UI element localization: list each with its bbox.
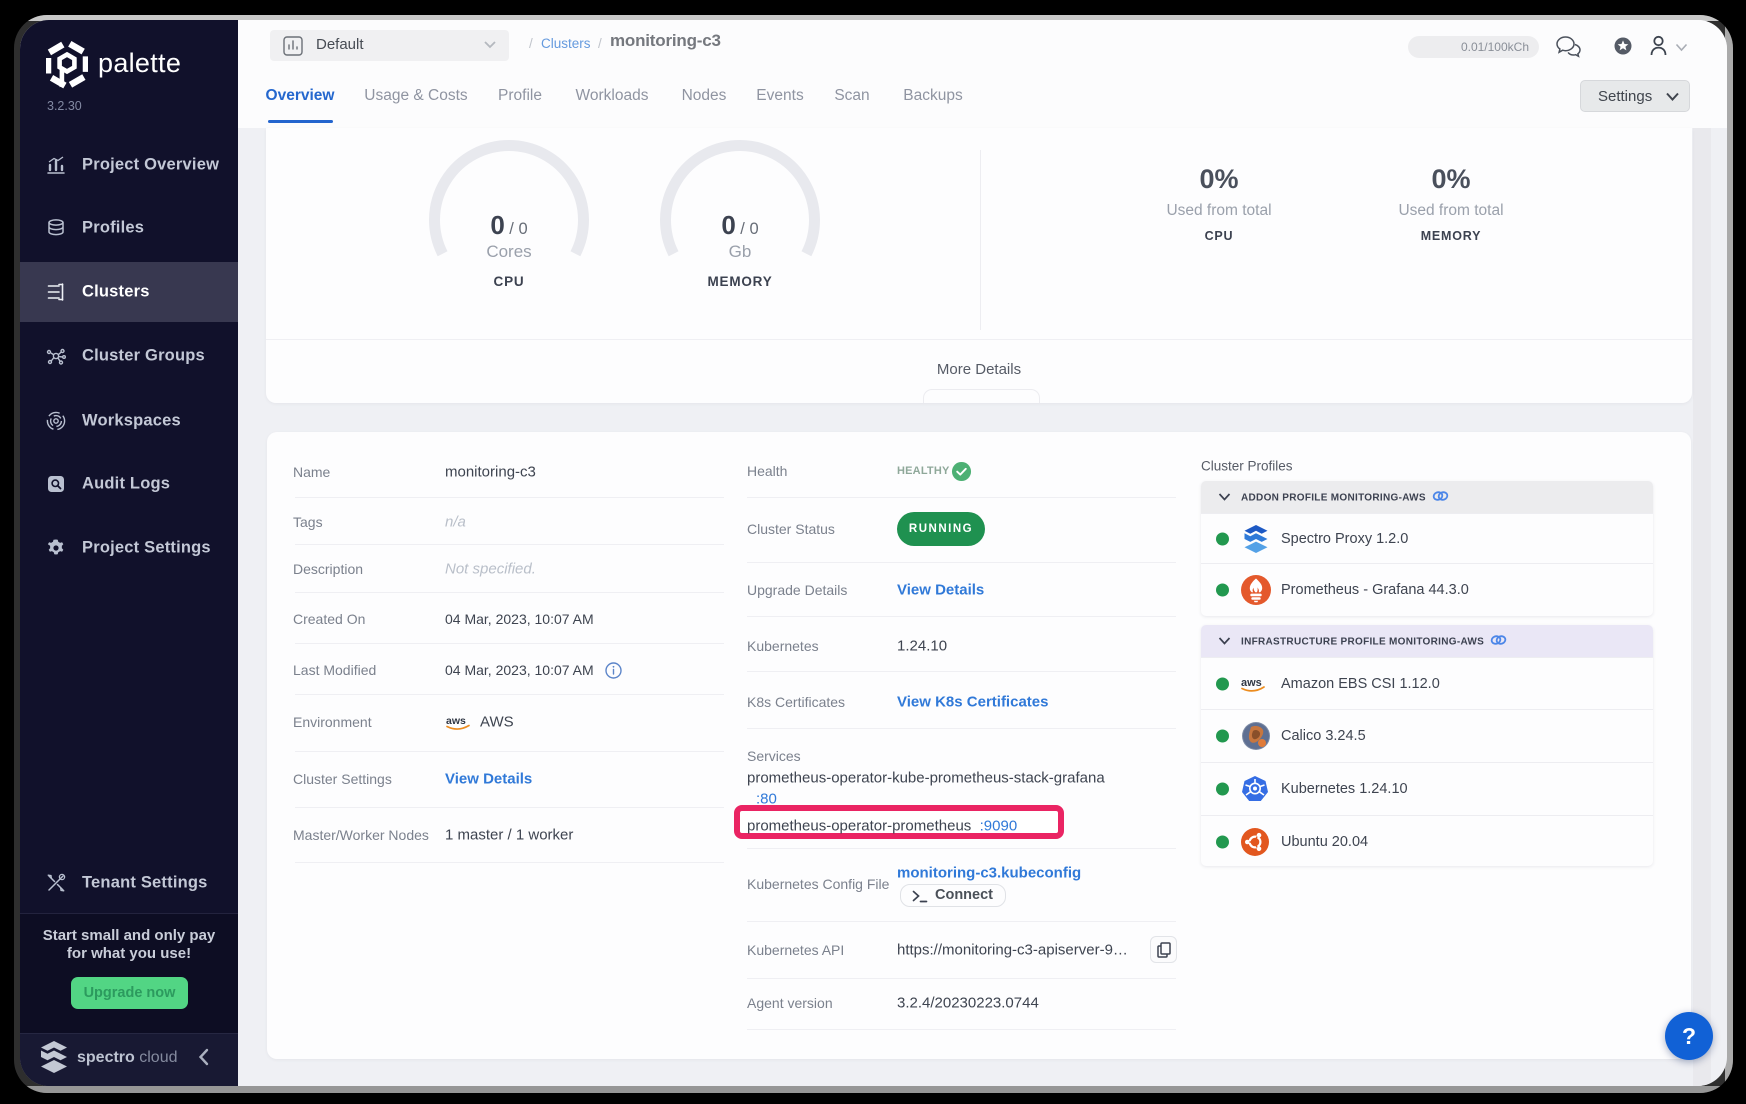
svg-text:aws: aws — [1241, 677, 1262, 689]
svg-text:aws: aws — [446, 715, 466, 727]
